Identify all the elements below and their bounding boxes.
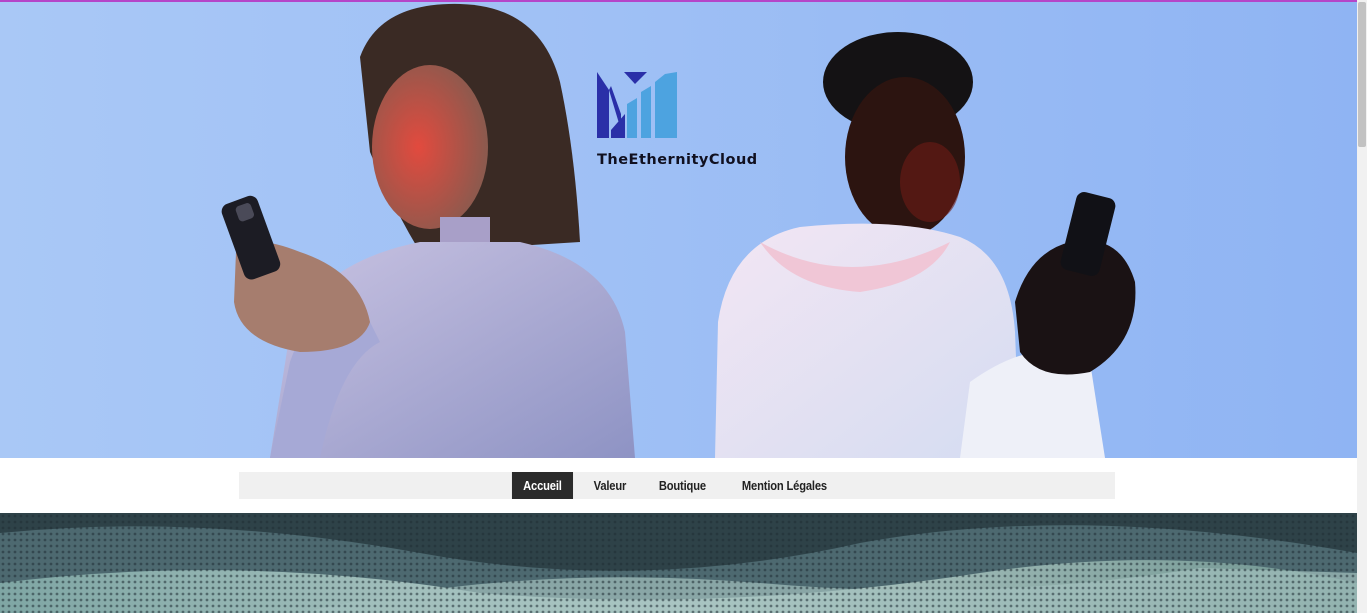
nav-band: Accueil Valeur Boutique Mention Légales (0, 458, 1357, 513)
main-nav: Accueil Valeur Boutique Mention Légales (239, 472, 1115, 499)
nav-item-mention-legales[interactable]: Mention Légales (731, 472, 838, 499)
nav-item-accueil[interactable]: Accueil (511, 472, 573, 499)
brand-name: TheEthernityCloud (597, 152, 758, 168)
hero-banner: TheEthernityCloud (0, 2, 1357, 458)
texture-banner (0, 513, 1357, 613)
right-person (715, 32, 1136, 458)
left-person (221, 3, 635, 458)
nav-item-boutique[interactable]: Boutique (647, 472, 716, 499)
scrollbar-thumb[interactable] (1358, 2, 1366, 147)
vertical-scrollbar[interactable] (1357, 0, 1367, 613)
brand-logo[interactable]: TheEthernityCloud (597, 70, 757, 180)
nav-item-valeur[interactable]: Valeur (582, 472, 637, 499)
logo-mark-icon (597, 72, 677, 138)
texture-image (0, 513, 1357, 613)
